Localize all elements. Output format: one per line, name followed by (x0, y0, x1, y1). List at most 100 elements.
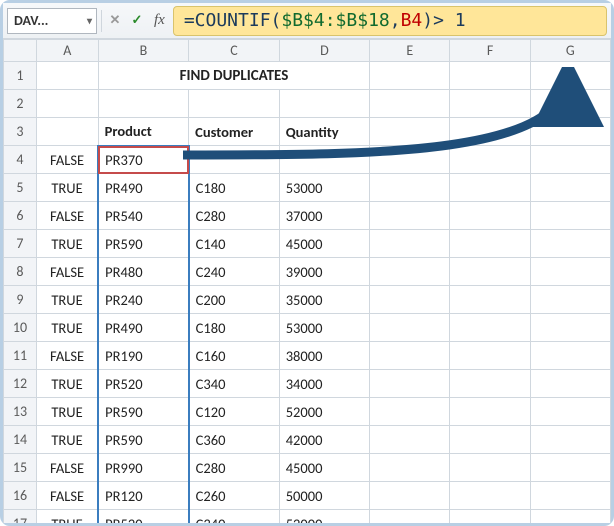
cell[interactable] (530, 90, 610, 118)
spreadsheet-grid[interactable]: A B C D E F G 1FIND DUPLICATES23ProductC… (3, 39, 611, 523)
header-quantity[interactable]: Quantity (279, 118, 370, 146)
cell[interactable]: TRUE (36, 398, 98, 426)
cell[interactable]: PR490 (98, 174, 189, 202)
row-header[interactable]: 11 (4, 342, 37, 370)
cell[interactable] (36, 62, 98, 90)
cell[interactable] (530, 454, 610, 482)
cell[interactable]: 42000 (279, 426, 370, 454)
cell[interactable] (530, 510, 610, 524)
cell[interactable] (36, 90, 98, 118)
cell[interactable]: TRUE (36, 510, 98, 524)
cell[interactable]: 45000 (279, 454, 370, 482)
cell[interactable]: 45000 (279, 230, 370, 258)
cell[interactable] (450, 118, 530, 146)
enter-button[interactable]: ✓ (128, 12, 146, 30)
cell[interactable]: C120 (189, 398, 280, 426)
cell[interactable]: PR370 (98, 146, 189, 174)
cancel-button[interactable]: ✕ (106, 12, 124, 30)
cell[interactable] (450, 510, 530, 524)
col-header-D[interactable]: D (279, 40, 370, 62)
cell[interactable] (450, 202, 530, 230)
cell[interactable] (370, 258, 450, 286)
cell[interactable]: 38000 (279, 342, 370, 370)
cell[interactable]: C140 (189, 230, 280, 258)
cell[interactable] (530, 398, 610, 426)
cell[interactable] (450, 398, 530, 426)
cell[interactable] (450, 454, 530, 482)
row-header[interactable]: 14 (4, 426, 37, 454)
cell[interactable]: TRUE (36, 230, 98, 258)
cell[interactable]: FALSE (36, 342, 98, 370)
cell[interactable]: FALSE (36, 454, 98, 482)
row-header[interactable]: 16 (4, 482, 37, 510)
cell[interactable] (279, 90, 370, 118)
cell[interactable]: TRUE (36, 174, 98, 202)
cell[interactable]: PR990 (98, 454, 189, 482)
row-header[interactable]: 13 (4, 398, 37, 426)
cell[interactable] (370, 146, 450, 174)
cell[interactable]: PR190 (98, 342, 189, 370)
cell[interactable]: PR520 (98, 510, 189, 524)
cell[interactable]: FALSE (36, 482, 98, 510)
cell[interactable]: PR590 (98, 426, 189, 454)
cell[interactable] (530, 286, 610, 314)
cell[interactable] (530, 62, 610, 90)
cell[interactable]: PR520 (98, 370, 189, 398)
cell[interactable]: FALSE (36, 202, 98, 230)
cell[interactable] (279, 146, 370, 174)
select-all-corner[interactable] (4, 40, 37, 62)
cell[interactable]: PR480 (98, 258, 189, 286)
cell[interactable]: 52000 (279, 398, 370, 426)
cell[interactable]: TRUE (36, 370, 98, 398)
cell[interactable]: PR490 (98, 314, 189, 342)
cell[interactable]: PR120 (98, 482, 189, 510)
cell[interactable] (370, 482, 450, 510)
col-header-E[interactable]: E (370, 40, 450, 62)
fx-icon[interactable]: fx (150, 12, 169, 29)
cell[interactable] (370, 174, 450, 202)
cell[interactable] (530, 370, 610, 398)
cell[interactable]: FALSE (36, 258, 98, 286)
cell[interactable] (530, 314, 610, 342)
row-header[interactable]: 2 (4, 90, 37, 118)
cell[interactable] (530, 118, 610, 146)
row-header[interactable]: 3 (4, 118, 37, 146)
cell[interactable] (450, 230, 530, 258)
cell[interactable] (450, 258, 530, 286)
cell[interactable] (370, 342, 450, 370)
cell[interactable]: C360 (189, 426, 280, 454)
row-header[interactable]: 10 (4, 314, 37, 342)
cell[interactable]: C180 (189, 174, 280, 202)
col-header-B[interactable]: B (98, 40, 189, 62)
cell[interactable]: TRUE (36, 286, 98, 314)
cell[interactable] (370, 118, 450, 146)
cell[interactable] (370, 314, 450, 342)
cell[interactable] (370, 454, 450, 482)
cell[interactable] (450, 314, 530, 342)
cell[interactable]: C260 (189, 482, 280, 510)
col-header-G[interactable]: G (530, 40, 610, 62)
cell[interactable] (98, 90, 189, 118)
cell[interactable]: TRUE (36, 314, 98, 342)
cell[interactable]: 52000 (279, 510, 370, 524)
header-product[interactable]: Product (98, 118, 189, 146)
cell[interactable]: 53000 (279, 314, 370, 342)
cell[interactable] (36, 118, 98, 146)
cell[interactable]: 39000 (279, 258, 370, 286)
row-header[interactable]: 9 (4, 286, 37, 314)
cell[interactable] (370, 230, 450, 258)
cell[interactable] (530, 146, 610, 174)
cell[interactable] (450, 90, 530, 118)
cell[interactable] (370, 398, 450, 426)
cell[interactable]: FALSE (36, 146, 98, 174)
cell[interactable]: C240 (189, 258, 280, 286)
cell[interactable] (189, 90, 280, 118)
cell[interactable] (189, 146, 280, 174)
cell[interactable] (530, 174, 610, 202)
cell[interactable]: 35000 (279, 286, 370, 314)
cell[interactable]: 50000 (279, 482, 370, 510)
col-header-F[interactable]: F (450, 40, 530, 62)
cell[interactable]: PR240 (98, 286, 189, 314)
cell[interactable] (370, 90, 450, 118)
header-customer[interactable]: Customer (189, 118, 280, 146)
